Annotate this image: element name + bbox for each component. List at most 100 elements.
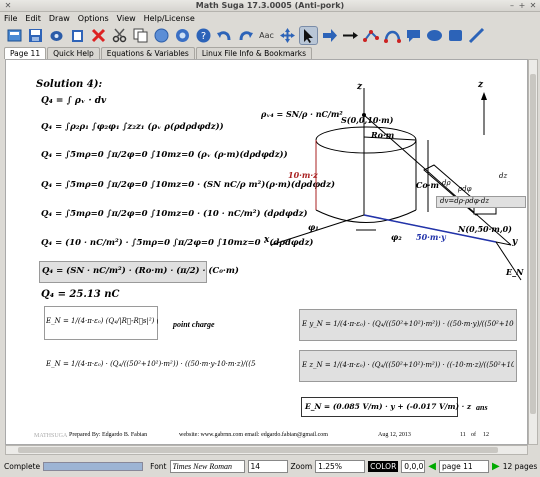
menu-view[interactable]: View <box>117 14 136 23</box>
status-label: Complete <box>4 462 41 471</box>
text-button[interactable]: Aac <box>257 26 276 45</box>
gear-icon <box>176 29 189 42</box>
color-label: COLOR <box>368 461 399 472</box>
copy-button[interactable] <box>131 26 150 45</box>
menu-file[interactable]: File <box>4 14 17 23</box>
answer-equation: E_N = (0.085 V/m) · y + (-0.017 V/m) · z <box>305 402 472 411</box>
field-vector-label: E_N <box>506 267 524 277</box>
help-icon: ? <box>196 28 211 43</box>
prev-page-icon[interactable]: ◀ <box>428 461 436 472</box>
equation-line-3: Q₄ = ∫5mρ=0 ∫π/2φ=0 ∫10mz=0 (ρᵥ (ρ·m)(dρ… <box>41 150 288 160</box>
select-button[interactable] <box>299 26 318 45</box>
z-axis-label-2: z <box>478 80 484 90</box>
ey-equation: E y_N = 1/(4·π·ε₀) · (Q₄/((50²+10²)·m²))… <box>302 320 514 328</box>
page-select[interactable]: page 11 <box>439 460 489 473</box>
ellipse-tool-button[interactable] <box>425 26 444 45</box>
horizontal-scroll-thumb[interactable] <box>18 447 498 453</box>
rectangle-tool-button[interactable] <box>446 26 465 45</box>
move-button[interactable] <box>278 26 297 45</box>
copy-icon <box>133 28 148 43</box>
page-count: 12 pages <box>502 462 538 471</box>
paste-button[interactable] <box>68 26 87 45</box>
tab-quick-help[interactable]: Quick Help <box>47 47 100 59</box>
document-canvas[interactable]: Solution 4): Q₄ = ∫ ρᵥ · dv Q₄ = ∫ρ₂ρ₁ ∫… <box>5 59 528 445</box>
equation-result: Q₄ = 25.13 nC <box>41 289 120 300</box>
point-s-label: S(0,0,10·m) <box>341 115 394 125</box>
tab-page-11[interactable]: Page 11 <box>4 47 47 59</box>
callout-icon <box>407 30 420 42</box>
minimize-icon[interactable]: – <box>507 1 517 11</box>
vertical-scrollbar[interactable] <box>528 59 538 445</box>
menu-edit[interactable]: Edit <box>25 14 41 23</box>
clipboard-icon <box>72 30 83 42</box>
font-label: Font <box>150 462 167 471</box>
vertical-scroll-thumb[interactable] <box>530 74 536 414</box>
polyline-tool-button[interactable] <box>362 26 381 45</box>
equation-line-7: Q₄ = (SN · nC/m²) · (Ro·m) · (π/2) · (C₀… <box>42 266 239 276</box>
menu-bar: File Edit Draw Options View Help/License <box>0 12 540 24</box>
group-button[interactable] <box>152 26 171 45</box>
x-axis-label: x <box>264 235 270 245</box>
phi1-label: φ₁ <box>308 222 319 232</box>
y-axis-label: y <box>512 237 518 247</box>
toolbar: ? Aac <box>0 24 540 47</box>
font-size-select[interactable]: 14 <box>247 460 288 473</box>
horizontal-scrollbar[interactable] <box>5 445 528 455</box>
window-title: Math Suga 17.3.0005 (Anti-pork) <box>195 1 345 10</box>
title-bar: ✕ Math Suga 17.3.0005 (Anti-pork) – + ✕ <box>0 0 540 12</box>
solution-heading: Solution 4): <box>36 79 103 90</box>
footer-total: 12 <box>483 432 489 438</box>
answer-label: ans <box>476 403 488 412</box>
menu-help[interactable]: Help/License <box>144 14 195 23</box>
pointer-icon <box>304 29 313 43</box>
status-bar: Complete Font Times New Roman 14 Zoom 1.… <box>0 456 540 477</box>
save-icon <box>29 29 42 42</box>
cut-button[interactable] <box>110 26 129 45</box>
color-value[interactable]: 0,0,0 <box>401 460 426 473</box>
footer-of: of <box>471 432 476 438</box>
new-button[interactable] <box>5 26 24 45</box>
print-button[interactable] <box>47 26 66 45</box>
save-button[interactable] <box>26 26 45 45</box>
help-button[interactable]: ? <box>194 26 213 45</box>
arc-tool-button[interactable] <box>383 26 402 45</box>
line-tool-button[interactable] <box>341 26 360 45</box>
drho-label: dρ <box>442 179 451 187</box>
phi2-label: φ₂ <box>391 232 402 242</box>
redo-button[interactable] <box>236 26 255 45</box>
maximize-icon[interactable]: + <box>517 1 527 11</box>
point-n-label: N(0,50·m,0) <box>458 224 512 234</box>
text-tool-label: Aac <box>259 31 274 40</box>
ez-equation: E z_N = 1/(4·π·ε₀) · (Q₄/((50²+10²)·m²))… <box>302 361 514 369</box>
undo-icon <box>217 31 231 41</box>
footer-website: website: www.gabrnn.com email: edgardo.f… <box>179 432 328 438</box>
height-label: Co·m <box>416 180 439 190</box>
settings-button[interactable] <box>173 26 192 45</box>
zoom-select[interactable]: 1.25% <box>315 460 366 473</box>
next-page-icon[interactable]: ▶ <box>492 461 500 472</box>
menu-draw[interactable]: Draw <box>49 14 70 23</box>
equation-line-2: Q₄ = ∫ρ₂ρ₁ ∫φ₂φ₁ ∫z₂z₁ (ρᵥ ρ(ρdρdφdz)) <box>41 122 224 132</box>
callout-tool-button[interactable] <box>404 26 423 45</box>
arc-icon <box>384 30 401 43</box>
close-icon[interactable]: ✕ <box>528 1 538 11</box>
menu-options[interactable]: Options <box>78 14 109 23</box>
diagonal-line-button[interactable] <box>467 26 486 45</box>
svg-text:?: ? <box>201 31 206 42</box>
arrow-right-icon <box>323 29 337 42</box>
equation-line-1: Q₄ = ∫ ρᵥ · dv <box>41 96 107 106</box>
radius-label: Ro·m <box>371 130 395 140</box>
ellipse-icon <box>427 30 442 41</box>
tab-linux-file-info[interactable]: Linux File Info & Bookmarks <box>195 47 313 59</box>
dz-label: dz <box>499 172 508 180</box>
zoom-label: Zoom <box>290 462 313 471</box>
arrow-tool-button[interactable] <box>320 26 339 45</box>
footer-prepared: Prepared By: Edgardo B. Fabian <box>69 432 148 438</box>
point-charge-label: point charge <box>173 320 215 329</box>
footer-date: Aug 12, 2013 <box>378 432 411 438</box>
undo-button[interactable] <box>215 26 234 45</box>
tab-equations-variables[interactable]: Equations & Variables <box>100 47 195 59</box>
z-axis-label: z <box>357 82 363 92</box>
delete-button[interactable] <box>89 26 108 45</box>
font-select[interactable]: Times New Roman <box>169 460 245 473</box>
